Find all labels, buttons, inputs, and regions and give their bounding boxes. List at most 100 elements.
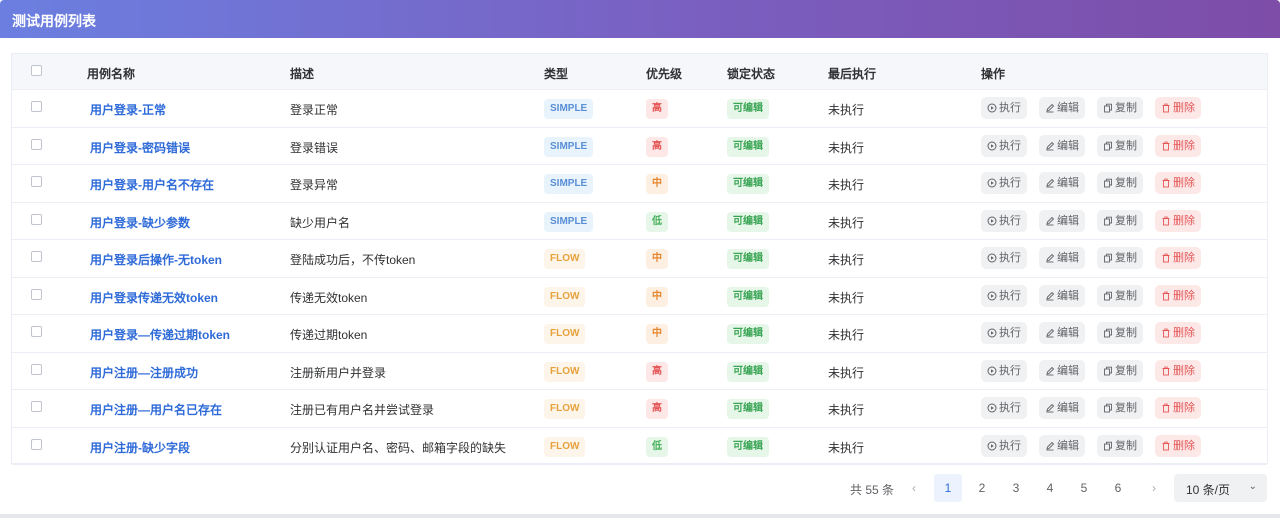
copy-button-label: 复制 <box>1115 139 1137 152</box>
priority-badge: 低 <box>646 211 668 232</box>
delete-button[interactable]: 删除 <box>1155 209 1201 232</box>
column-header-priority[interactable]: 优先级 <box>646 65 682 82</box>
run-button[interactable]: 执行 <box>981 172 1027 194</box>
edit-icon <box>1045 328 1055 338</box>
page-number-button[interactable]: 6 <box>1104 474 1132 502</box>
row-checkbox[interactable] <box>31 363 42 375</box>
delete-button[interactable]: 删除 <box>1155 434 1201 457</box>
case-name-link[interactable]: 用户注册—用户名已存在 <box>90 401 222 418</box>
delete-button[interactable]: 删除 <box>1155 359 1201 382</box>
page-number-button[interactable]: 5 <box>1070 474 1098 502</box>
copy-button[interactable]: 复制 <box>1097 172 1143 194</box>
column-header-type[interactable]: 类型 <box>544 65 568 82</box>
page-number-button[interactable]: 3 <box>1002 474 1030 502</box>
run-button[interactable]: 执行 <box>981 397 1027 419</box>
case-name-link[interactable]: 用户登录-用户名不存在 <box>90 176 214 193</box>
copy-button[interactable]: 复制 <box>1097 134 1143 157</box>
run-button[interactable]: 执行 <box>981 247 1027 269</box>
copy-button[interactable]: 复制 <box>1097 359 1143 382</box>
trash-icon <box>1161 366 1171 376</box>
column-header-lock[interactable]: 锁定状态 <box>727 65 775 82</box>
priority-badge: 高 <box>646 99 668 119</box>
run-button[interactable]: 执行 <box>981 322 1027 344</box>
run-button[interactable]: 执行 <box>981 209 1027 232</box>
delete-button-label: 删除 <box>1173 177 1195 189</box>
copy-icon <box>1103 441 1113 451</box>
delete-button[interactable]: 删除 <box>1155 247 1201 269</box>
case-name-link[interactable]: 用户登录-缺少参数 <box>90 214 190 231</box>
next-page-button[interactable]: › <box>1140 474 1168 502</box>
lock-status-badge: 可编辑 <box>727 174 769 194</box>
run-button-label: 执行 <box>999 439 1021 452</box>
run-button-label: 执行 <box>999 402 1021 414</box>
case-name-link[interactable]: 用户登录后操作-无token <box>90 251 222 268</box>
run-button[interactable]: 执行 <box>981 434 1027 457</box>
table-row: 用户登录-密码错误 登录错误 SIMPLE 高 可编辑 未执行 执行 编辑 复制 删除 <box>12 128 1267 165</box>
case-description: 分别认证用户名、密码、邮箱字段的缺失 <box>290 440 507 455</box>
column-header-desc[interactable]: 描述 <box>290 65 314 82</box>
edit-button-label: 编辑 <box>1057 252 1079 264</box>
edit-button[interactable]: 编辑 <box>1039 134 1085 157</box>
row-checkbox[interactable] <box>31 326 42 337</box>
edit-button[interactable]: 编辑 <box>1039 209 1085 232</box>
row-checkbox[interactable] <box>31 401 42 412</box>
select-all-checkbox[interactable] <box>31 65 42 76</box>
page-number-button[interactable]: 4 <box>1036 474 1064 502</box>
delete-button[interactable]: 删除 <box>1155 284 1201 307</box>
edit-button[interactable]: 编辑 <box>1039 434 1085 457</box>
page-title: 测试用例列表 <box>12 13 96 29</box>
delete-button[interactable]: 删除 <box>1155 172 1201 194</box>
page-size-select[interactable]: 10 条/页 ⌄ <box>1174 474 1267 502</box>
delete-button[interactable]: 删除 <box>1155 322 1201 344</box>
edit-button[interactable]: 编辑 <box>1039 172 1085 194</box>
edit-icon <box>1045 441 1055 451</box>
column-header-name[interactable]: 用例名称 <box>87 65 135 82</box>
page-number-button[interactable]: 1 <box>934 474 962 502</box>
copy-button[interactable]: 复制 <box>1097 247 1143 269</box>
run-button[interactable]: 执行 <box>981 134 1027 157</box>
lock-status-badge: 可编辑 <box>727 249 769 269</box>
case-description: 传递过期token <box>290 328 368 342</box>
edit-button[interactable]: 编辑 <box>1039 322 1085 344</box>
type-badge: FLOW <box>544 286 586 307</box>
row-checkbox[interactable] <box>31 138 42 150</box>
column-header-last-run[interactable]: 最后执行 <box>828 65 876 82</box>
case-name-link[interactable]: 用户登录-正常 <box>90 101 166 118</box>
delete-button[interactable]: 删除 <box>1155 397 1201 419</box>
copy-button[interactable]: 复制 <box>1097 322 1143 344</box>
delete-button[interactable]: 删除 <box>1155 134 1201 157</box>
copy-button[interactable]: 复制 <box>1097 397 1143 419</box>
delete-button-label: 删除 <box>1173 139 1195 152</box>
row-checkbox[interactable] <box>31 288 42 300</box>
copy-button[interactable]: 复制 <box>1097 209 1143 232</box>
case-name-link[interactable]: 用户登录传递无效token <box>90 289 218 306</box>
run-button[interactable]: 执行 <box>981 284 1027 307</box>
delete-button[interactable]: 删除 <box>1155 97 1201 119</box>
edit-button[interactable]: 编辑 <box>1039 97 1085 119</box>
row-checkbox[interactable] <box>31 101 42 112</box>
pagination-total: 共 55 条 <box>850 483 895 497</box>
row-checkbox[interactable] <box>31 251 42 262</box>
edit-button[interactable]: 编辑 <box>1039 397 1085 419</box>
row-checkbox[interactable] <box>31 438 42 450</box>
copy-button[interactable]: 复制 <box>1097 97 1143 119</box>
run-button[interactable]: 执行 <box>981 359 1027 382</box>
last-run-text: 未执行 <box>828 365 865 380</box>
case-name-link[interactable]: 用户注册—注册成功 <box>90 364 198 381</box>
page-number-button[interactable]: 2 <box>968 474 996 502</box>
case-name-link[interactable]: 用户登录—传递过期token <box>90 326 230 343</box>
trash-icon <box>1161 328 1171 338</box>
row-checkbox[interactable] <box>31 176 42 187</box>
copy-button[interactable]: 复制 <box>1097 284 1143 307</box>
edit-button[interactable]: 编辑 <box>1039 247 1085 269</box>
edit-button[interactable]: 编辑 <box>1039 359 1085 382</box>
prev-page-button[interactable]: ‹ <box>900 474 928 502</box>
copy-button[interactable]: 复制 <box>1097 434 1143 457</box>
type-badge: SIMPLE <box>544 136 594 157</box>
run-button[interactable]: 执行 <box>981 97 1027 119</box>
case-name-link[interactable]: 用户登录-密码错误 <box>90 139 190 156</box>
row-checkbox[interactable] <box>31 213 42 225</box>
edit-button[interactable]: 编辑 <box>1039 284 1085 307</box>
table-row: 用户登录传递无效token 传递无效token FLOW 中 可编辑 未执行 执行 编辑 复制 删… <box>12 278 1267 315</box>
case-name-link[interactable]: 用户注册-缺少字段 <box>90 439 190 456</box>
